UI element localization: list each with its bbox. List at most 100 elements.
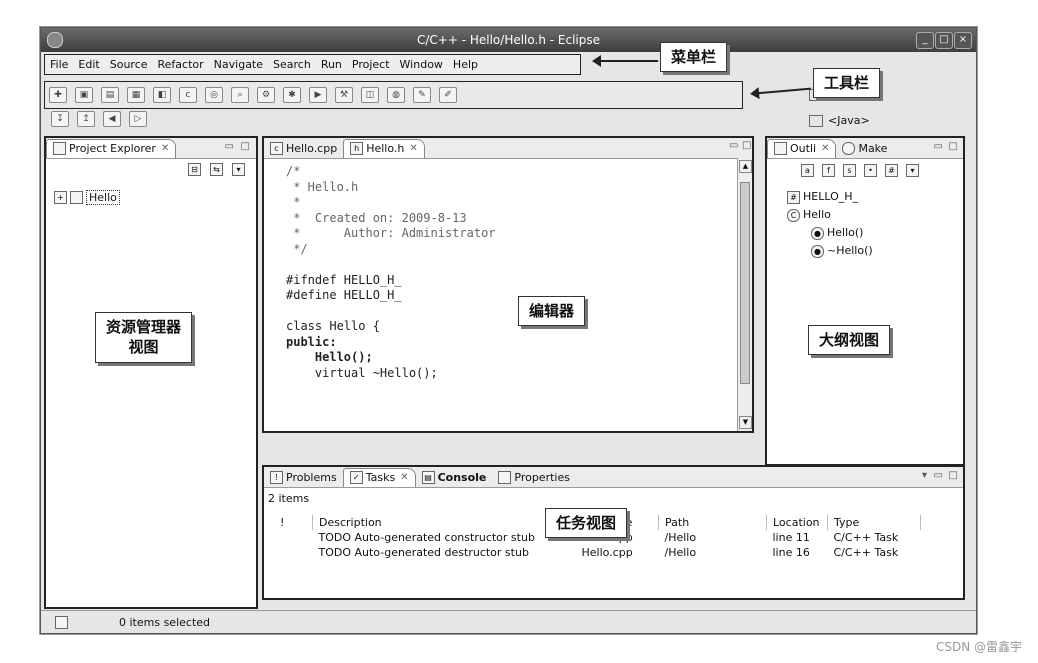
menu-refactor[interactable]: Refactor bbox=[158, 58, 204, 71]
editor-vertical-scrollbar[interactable]: ▲ ▼ bbox=[737, 158, 752, 431]
save-icon[interactable]: ▣ bbox=[75, 87, 93, 103]
menu-navigate[interactable]: Navigate bbox=[214, 58, 263, 71]
tab-hello-cpp[interactable]: c Hello.cpp bbox=[264, 139, 343, 157]
print-icon[interactable]: ▤ bbox=[101, 87, 119, 103]
minimize-button[interactable]: _ bbox=[916, 32, 934, 49]
editor-view: c Hello.cpp h Hello.h ✕ /* * Hello.h * *… bbox=[262, 136, 754, 433]
hide-macros-icon[interactable]: # bbox=[885, 164, 898, 177]
close-button[interactable]: × bbox=[954, 32, 972, 49]
web-icon[interactable]: ◍ bbox=[387, 87, 405, 103]
close-icon[interactable]: ✕ bbox=[161, 143, 169, 154]
menu-run[interactable]: Run bbox=[321, 58, 342, 71]
run-icon[interactable]: ▶ bbox=[309, 87, 327, 103]
search-icon[interactable]: ⌕ bbox=[231, 87, 249, 103]
tab-problems[interactable]: ! Problems bbox=[264, 468, 343, 486]
maximize-icon[interactable]: □ bbox=[949, 141, 958, 152]
debug-icon[interactable]: ✱ bbox=[283, 87, 301, 103]
callout-outline: 大纲视图 bbox=[808, 325, 891, 356]
scrollbar-thumb[interactable] bbox=[740, 182, 750, 384]
menu-window[interactable]: Window bbox=[400, 58, 443, 71]
tree-item-label: Hello bbox=[86, 190, 120, 205]
tab-make[interactable]: Make bbox=[836, 139, 893, 157]
code-area[interactable]: /* * Hello.h * * Created on: 2009-8-13 *… bbox=[286, 164, 496, 381]
editor-maximize-icon[interactable]: □ bbox=[742, 140, 751, 151]
tab-tasks[interactable]: ✓ Tasks ✕ bbox=[342, 467, 416, 487]
perspective-java[interactable]: <Java> bbox=[809, 114, 870, 127]
new-project-icon[interactable]: ◧ bbox=[153, 87, 171, 103]
sort-icon[interactable]: a bbox=[801, 164, 814, 177]
forward-icon[interactable]: ▷ bbox=[129, 111, 147, 127]
back-icon[interactable]: ◀ bbox=[103, 111, 121, 127]
menu-help[interactable]: Help bbox=[453, 58, 478, 71]
editor-minimize-icon[interactable]: ▭ bbox=[729, 140, 738, 151]
column-priority[interactable]: ! bbox=[274, 515, 313, 530]
menu-source[interactable]: Source bbox=[110, 58, 148, 71]
table-row[interactable]: TODO Auto-generated destructor stub Hell… bbox=[274, 545, 921, 560]
outline-item-macro[interactable]: # HELLO_H_ bbox=[787, 190, 858, 204]
column-location[interactable]: Location bbox=[766, 515, 828, 530]
next-annotation-icon[interactable]: ↥ bbox=[77, 111, 95, 127]
scroll-down-icon[interactable]: ▼ bbox=[739, 416, 752, 429]
hide-nonpublic-icon[interactable]: • bbox=[864, 164, 877, 177]
build-icon[interactable]: ▦ bbox=[127, 87, 145, 103]
tab-hello-h[interactable]: h Hello.h ✕ bbox=[343, 138, 425, 158]
tree-item-hello[interactable]: + Hello bbox=[54, 190, 120, 205]
column-description[interactable]: Description bbox=[312, 515, 576, 530]
maximize-button[interactable]: □ bbox=[935, 32, 953, 49]
scroll-up-icon[interactable]: ▲ bbox=[739, 160, 752, 173]
close-icon[interactable]: ✕ bbox=[409, 143, 417, 154]
menu-edit[interactable]: Edit bbox=[78, 58, 99, 71]
expand-icon[interactable]: + bbox=[54, 191, 67, 204]
view-menu-icon[interactable]: ▾ bbox=[232, 163, 245, 176]
new-source-icon[interactable]: c bbox=[179, 87, 197, 103]
column-type[interactable]: Type bbox=[827, 515, 921, 530]
code-line: public: bbox=[286, 334, 337, 349]
code-line: #ifndef HELLO_H_ bbox=[286, 272, 402, 287]
maximize-icon[interactable]: □ bbox=[241, 141, 250, 152]
minimize-icon[interactable]: ▭ bbox=[225, 141, 234, 152]
hide-static-icon[interactable]: s bbox=[843, 164, 856, 177]
open-type-icon[interactable]: ◫ bbox=[361, 87, 379, 103]
properties-icon bbox=[498, 470, 512, 484]
menu-search[interactable]: Search bbox=[273, 58, 311, 71]
view-menu-icon[interactable]: ▾ bbox=[906, 164, 919, 177]
settings-icon[interactable]: ⚙ bbox=[257, 87, 275, 103]
console-icon: ▤ bbox=[421, 470, 435, 484]
column-path[interactable]: Path bbox=[658, 515, 767, 530]
external-tools-icon[interactable]: ⚒ bbox=[335, 87, 353, 103]
annotation-icon[interactable]: ✐ bbox=[439, 87, 457, 103]
callout-tasks: 任务视图 bbox=[545, 508, 628, 539]
pencil-icon[interactable]: ✎ bbox=[413, 87, 431, 103]
outline-item-constructor[interactable]: ● Hello() bbox=[811, 226, 863, 240]
minimize-icon[interactable]: ▭ bbox=[934, 470, 943, 481]
new-class-icon[interactable]: ◎ bbox=[205, 87, 223, 103]
code-line: * bbox=[286, 195, 301, 209]
prev-annotation-icon[interactable]: ↧ bbox=[51, 111, 69, 127]
title-bar: C/C++ - Hello/Hello.h - Eclipse _ □ × bbox=[41, 28, 976, 52]
arrow-menubar bbox=[592, 55, 658, 67]
task-type: C/C++ Task bbox=[833, 531, 899, 544]
tab-console[interactable]: ▤ Console bbox=[416, 468, 493, 486]
close-icon[interactable]: ✕ bbox=[400, 472, 408, 483]
new-icon[interactable]: ✚ bbox=[49, 87, 67, 103]
view-menu-icon[interactable]: ▾ bbox=[922, 470, 927, 481]
method-icon: ● bbox=[811, 227, 824, 240]
tab-outline[interactable]: Outli ✕ bbox=[767, 138, 837, 158]
minimize-icon[interactable]: ▭ bbox=[934, 141, 943, 152]
task-description: TODO Auto-generated destructor stub bbox=[318, 546, 529, 559]
close-icon[interactable]: ✕ bbox=[821, 143, 829, 154]
maximize-icon[interactable]: □ bbox=[949, 470, 958, 481]
status-bar: 0 items selected bbox=[41, 610, 976, 633]
collapse-all-icon[interactable]: ⊟ bbox=[188, 163, 201, 176]
menu-project[interactable]: Project bbox=[352, 58, 390, 71]
menu-file[interactable]: File bbox=[50, 58, 68, 71]
tab-properties[interactable]: Properties bbox=[492, 468, 576, 486]
code-line: * Created on: 2009-8-13 bbox=[286, 210, 467, 225]
hide-fields-icon[interactable]: f bbox=[822, 164, 835, 177]
link-editor-icon[interactable]: ⇆ bbox=[210, 163, 223, 176]
task-type: C/C++ Task bbox=[833, 546, 899, 559]
outline-item-class[interactable]: C Hello bbox=[787, 208, 831, 222]
outline-item-destructor[interactable]: ● ~Hello() bbox=[811, 244, 873, 258]
tab-project-explorer[interactable]: Project Explorer ✕ bbox=[46, 138, 177, 158]
